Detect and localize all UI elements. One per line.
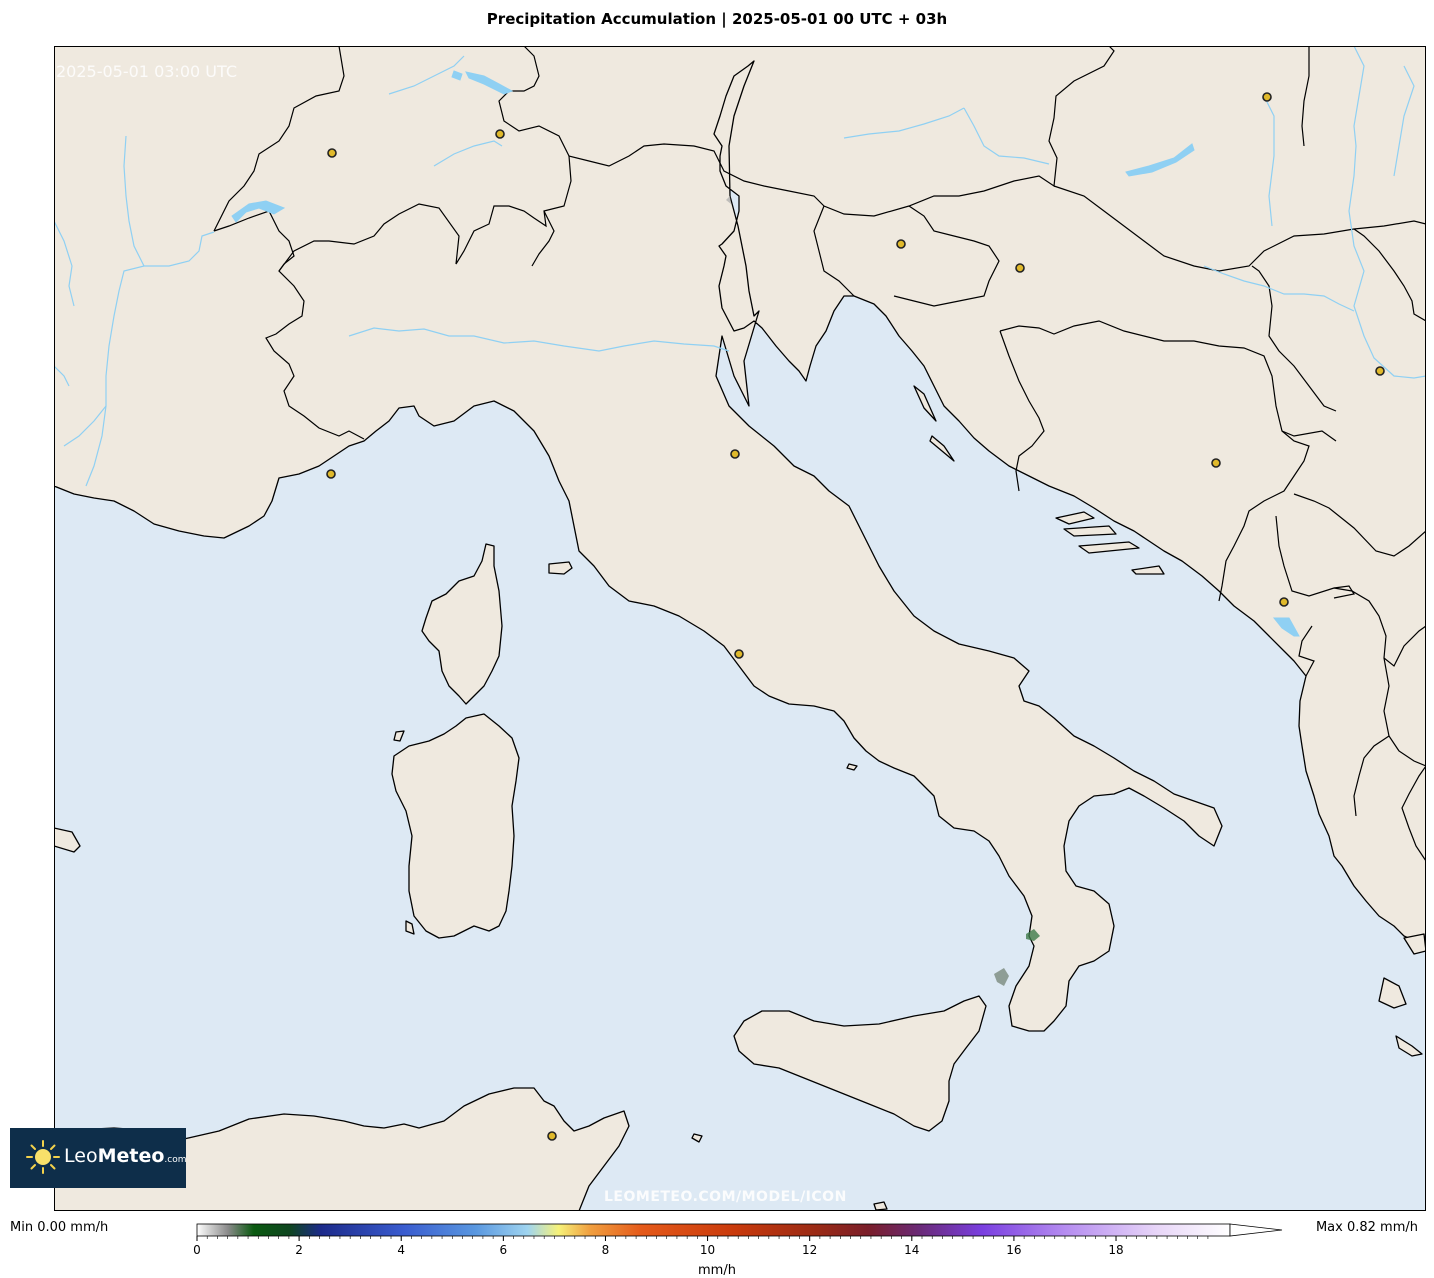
city-marker: [1262, 92, 1272, 102]
colorbar-gradient: [196, 1223, 1231, 1237]
precipitation-map[interactable]: [54, 46, 1426, 1211]
sardinia: [391, 713, 520, 939]
colorbar-tick-label: 16: [1006, 1243, 1021, 1257]
sun-logo-icon: [26, 1140, 60, 1174]
precipitation-colorbar: 0 2 4 6 8 10 12 14 16 18: [193, 1223, 1283, 1257]
map-title: Precipitation Accumulation | 2025-05-01 …: [486, 10, 948, 28]
logo-text-suffix: .com: [164, 1155, 187, 1165]
colorbar-tick-label: 4: [397, 1243, 405, 1257]
colorbar-tick-label: 14: [904, 1243, 919, 1257]
colorbar-bar: [196, 1223, 1283, 1237]
logo-wordmark: LeoMeteo.com: [64, 1145, 187, 1167]
city-marker: [1211, 458, 1221, 468]
colorbar-ticks: [196, 1236, 1209, 1241]
city-marker: [734, 649, 744, 659]
city-marker: [495, 129, 505, 139]
city-marker: [326, 469, 336, 479]
colorbar-tick-label: 6: [500, 1243, 508, 1257]
colorbar-tick-label: 18: [1108, 1243, 1123, 1257]
logo-text-light: Leo: [64, 1145, 98, 1167]
colorbar-extend-arrow: [1229, 1223, 1283, 1237]
colorbar-tick-label: 10: [700, 1243, 715, 1257]
colorbar-tick-label: 12: [802, 1243, 817, 1257]
legend-max-label: Max 0.82 mm/h: [1315, 1220, 1418, 1235]
colorbar-tick-labels: 0 2 4 6 8 10 12 14 16 18: [193, 1243, 1123, 1257]
city-marker: [730, 449, 740, 459]
colorbar-tick-label: 0: [193, 1243, 201, 1257]
city-marker: [327, 148, 337, 158]
logo-text-bold: Meteo: [97, 1145, 165, 1167]
city-marker: [1279, 597, 1289, 607]
colorbar-tick-label: 8: [602, 1243, 610, 1257]
city-marker: [547, 1131, 557, 1141]
source-watermark: LEOMETEO.COM/MODEL/ICON: [604, 1189, 847, 1205]
city-marker: [896, 239, 906, 249]
legend-min-label: Min 0.00 mm/h: [10, 1220, 109, 1235]
leometeo-logo[interactable]: LeoMeteo.com: [10, 1128, 187, 1188]
small-island-3: [873, 1201, 888, 1211]
legend-unit-label: mm/h: [698, 1263, 736, 1278]
valid-time-stamp: 2025-05-01 03:00 UTC: [56, 62, 237, 81]
colorbar-tick-label: 2: [295, 1243, 303, 1257]
city-marker: [1375, 366, 1385, 376]
city-marker: [1015, 263, 1025, 273]
